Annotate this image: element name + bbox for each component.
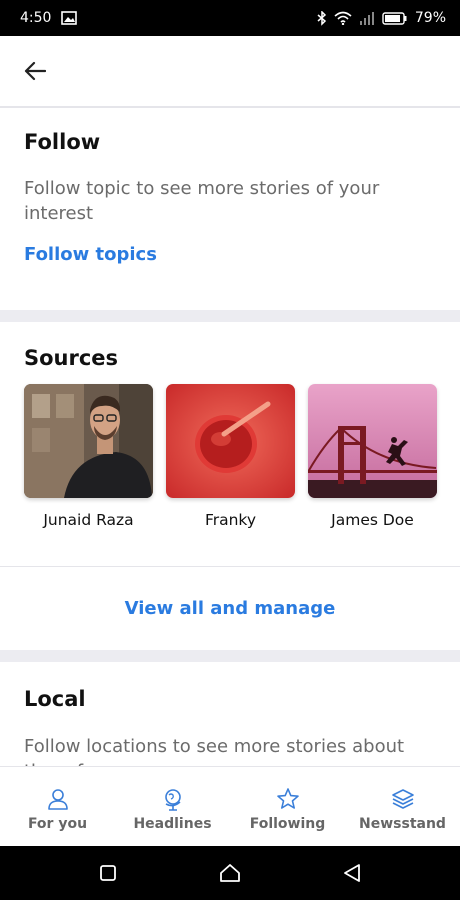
square-icon [100, 865, 116, 881]
globe-icon [164, 789, 181, 811]
nav-label: Headlines [133, 816, 212, 832]
status-time: 4:50 [20, 10, 52, 26]
back-nav-button[interactable] [341, 862, 363, 884]
source-card-franky[interactable]: Franky [166, 384, 295, 529]
sources-section: Sources Junaid Raza Franky James Doe [0, 322, 460, 566]
follow-title: Follow [24, 130, 101, 154]
view-all-and-manage-link[interactable]: View all and manage [125, 598, 336, 619]
content-scroll[interactable]: Follow Follow topic to see more stories … [0, 108, 460, 768]
local-title: Local [24, 687, 86, 711]
nav-following[interactable]: Following [230, 767, 345, 846]
sources-title: Sources [24, 346, 119, 370]
local-description: Follow locations to see more stories abo… [24, 736, 405, 768]
section-divider [0, 650, 460, 662]
source-avatar [166, 384, 295, 498]
nav-for-you[interactable]: For you [0, 767, 115, 846]
recents-button[interactable] [97, 862, 119, 884]
section-divider [0, 310, 460, 322]
battery-percent: 79% [414, 10, 446, 26]
local-section: Local Follow locations to see more stori… [0, 662, 460, 768]
bottom-nav: For you Headlines Following Newsstand [0, 766, 460, 846]
source-card-junaid-raza[interactable]: Junaid Raza [24, 384, 153, 529]
signal-icon [359, 11, 375, 25]
source-avatar [308, 384, 437, 498]
status-bar: 4:50 79% [0, 0, 460, 36]
nav-label: For you [27, 816, 88, 832]
view-all-row: View all and manage [0, 566, 460, 650]
back-button[interactable] [22, 58, 48, 84]
follow-section: Follow Follow topic to see more stories … [0, 108, 460, 310]
layers-icon [391, 789, 414, 809]
source-card-james-doe[interactable]: James Doe [308, 384, 437, 529]
status-icons: 79% [317, 10, 446, 26]
sources-row: Junaid Raza Franky James Doe [24, 384, 437, 529]
wifi-icon [334, 11, 352, 25]
nav-headlines[interactable]: Headlines [115, 767, 230, 846]
home-button[interactable] [219, 862, 241, 884]
nav-newsstand[interactable]: Newsstand [345, 767, 460, 846]
arrow-left-icon [24, 61, 46, 81]
triangle-back-icon [344, 864, 360, 882]
person-icon [47, 789, 68, 810]
nav-label: Following [249, 816, 326, 832]
system-nav-bar [0, 846, 460, 900]
home-icon [220, 864, 240, 882]
nav-label: Newsstand [359, 816, 446, 832]
source-name: Junaid Raza [43, 511, 134, 529]
follow-topics-link[interactable]: Follow topics [24, 244, 436, 265]
source-avatar [24, 384, 153, 498]
image-icon [61, 11, 78, 25]
source-name: James Doe [331, 511, 414, 529]
source-name: Franky [204, 511, 257, 529]
app-bar [0, 36, 460, 108]
follow-description: Follow topic to see more stories of your… [24, 178, 380, 224]
battery-icon [382, 11, 408, 25]
bluetooth-icon [317, 10, 327, 26]
star-icon [276, 788, 299, 809]
